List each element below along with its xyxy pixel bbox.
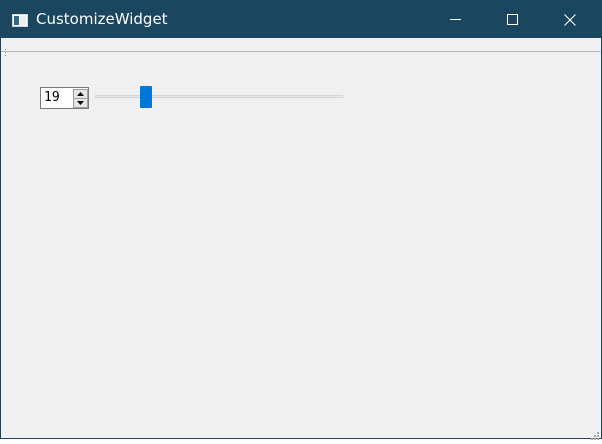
- window-title: CustomizeWidget: [36, 10, 168, 28]
- spinbox-value[interactable]: 19: [44, 90, 72, 106]
- resize-grip-icon[interactable]: [589, 425, 599, 440]
- title-bar[interactable]: CustomizeWidget: [1, 1, 601, 38]
- toolbar: [1, 38, 601, 56]
- window-icon: [12, 12, 28, 27]
- value-spinbox[interactable]: 19: [40, 87, 89, 109]
- arrow-down-icon: [77, 101, 84, 105]
- arrow-up-icon: [77, 92, 84, 96]
- close-button[interactable]: [547, 1, 593, 38]
- value-slider[interactable]: [95, 86, 344, 108]
- customize-widget-window: CustomizeWidget 19: [0, 0, 602, 440]
- maximize-button[interactable]: [489, 1, 535, 38]
- minimize-icon: [449, 19, 461, 20]
- grip-dots-icon[interactable]: [5, 41, 7, 56]
- minimize-button[interactable]: [432, 1, 478, 38]
- close-icon: [564, 13, 576, 26]
- slider-groove[interactable]: [95, 95, 343, 98]
- spin-down-button[interactable]: [73, 98, 88, 108]
- slider-handle[interactable]: [140, 86, 152, 108]
- maximize-icon: [506, 14, 518, 25]
